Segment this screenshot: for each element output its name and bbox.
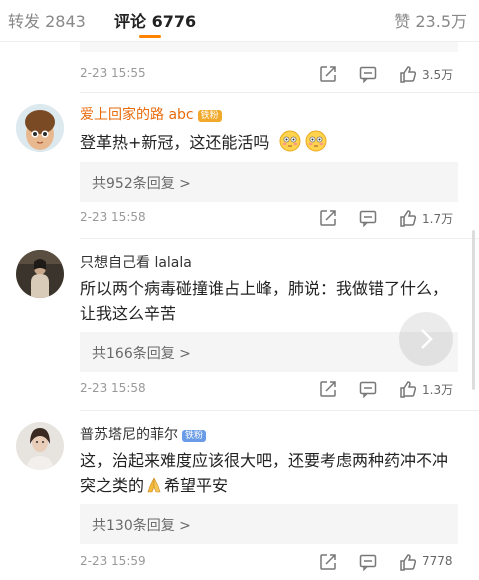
share-icon[interactable]	[318, 208, 338, 228]
comment-text-body: 登革热+新冠，这还能活吗	[80, 133, 270, 152]
thumbs-up-icon[interactable]	[398, 208, 418, 228]
replies-count: 共166条回复 >	[92, 346, 191, 362]
chevron-right-icon	[421, 329, 433, 349]
like-count: 3.5万	[422, 68, 454, 82]
comment-text-tail: 希望平安	[164, 476, 229, 495]
comment-time: 2-23 15:58	[80, 381, 146, 395]
comment-meta-row: 2-23 15:58 1.7万	[80, 208, 472, 230]
divider	[80, 92, 479, 93]
flushed-face-emoji	[279, 130, 301, 152]
like-count: 1.7万	[422, 212, 454, 226]
comment-text: 这，治起来难度应该很大吧，还要考虑两种药冲不冲突之类的 希望平安	[80, 448, 460, 498]
thumbs-up-icon[interactable]	[398, 552, 418, 572]
comment-time: 2-23 15:55	[80, 66, 146, 80]
comment-icon[interactable]	[358, 379, 378, 399]
comment-username[interactable]: 只想自己看 lalala	[80, 252, 192, 272]
avatar[interactable]	[16, 104, 64, 152]
comment-text-body: 这，治起来难度应该很大吧，还要考虑两种药冲不冲突之类的	[80, 451, 449, 495]
comment-meta-row: 2-23 15:58 1.3万	[80, 379, 472, 401]
folded-hands-emoji	[147, 477, 161, 493]
comment-icon[interactable]	[358, 552, 378, 572]
comment-text: 登革热+新冠，这还能活吗	[80, 130, 460, 155]
comment-username[interactable]: 爱上回家的路 abc 铁粉	[80, 104, 222, 124]
thumbs-up-icon[interactable]	[398, 64, 418, 84]
tab-like[interactable]: 赞 23.5万	[394, 8, 467, 32]
fan-badge: 铁粉	[182, 430, 207, 442]
avatar[interactable]	[16, 422, 64, 470]
flushed-face-emoji	[305, 130, 327, 152]
like-count: 7778	[422, 554, 453, 568]
active-tab-indicator	[139, 35, 161, 38]
comment-meta-row: 2-23 15:59 7778	[80, 552, 472, 574]
comment-meta-row: 2-23 15:55 3.5万	[80, 64, 472, 86]
username-text: 爱上回家的路 abc	[80, 107, 194, 123]
divider	[80, 238, 479, 239]
divider	[80, 410, 479, 411]
comment-tabs: 转发 2843 评论 6776 赞 23.5万	[0, 0, 479, 42]
comment-time: 2-23 15:58	[80, 210, 146, 224]
thumbs-up-icon[interactable]	[398, 379, 418, 399]
previous-replies-box[interactable]	[80, 42, 458, 52]
comment-icon[interactable]	[358, 64, 378, 84]
comment-username[interactable]: 普苏塔尼的菲尔 铁粉	[80, 424, 207, 444]
view-replies-button[interactable]: 共952条回复 >	[80, 162, 458, 202]
share-icon[interactable]	[318, 64, 338, 84]
share-icon[interactable]	[318, 379, 338, 399]
avatar[interactable]	[16, 250, 64, 298]
floating-next-button[interactable]	[399, 312, 453, 366]
view-replies-button[interactable]: 共130条回复 >	[80, 504, 458, 544]
tab-repost[interactable]: 转发 2843	[8, 8, 86, 32]
fan-badge: 铁粉	[197, 110, 222, 122]
username-text: 普苏塔尼的菲尔	[80, 427, 178, 443]
share-icon[interactable]	[318, 552, 338, 572]
scrollbar[interactable]	[472, 230, 475, 390]
comment-icon[interactable]	[358, 208, 378, 228]
replies-count: 共952条回复 >	[92, 176, 191, 192]
like-count: 1.3万	[422, 383, 454, 397]
comment-time: 2-23 15:59	[80, 554, 146, 568]
replies-count: 共130条回复 >	[92, 518, 191, 534]
